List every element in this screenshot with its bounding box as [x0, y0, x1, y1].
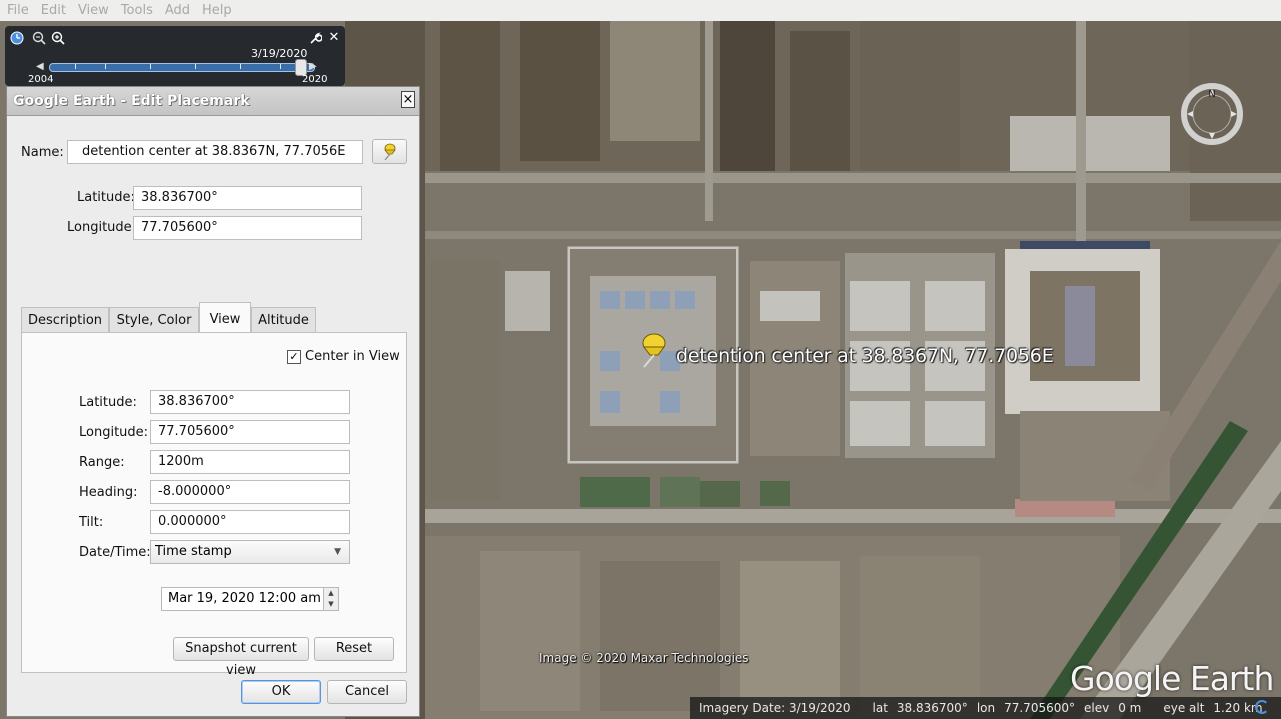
- reset-button[interactable]: Reset: [314, 637, 394, 661]
- longitude-field[interactable]: 77.705600°: [133, 216, 362, 240]
- zoom-in-icon[interactable]: [51, 31, 65, 45]
- heading-label: Heading:: [79, 485, 138, 500]
- elev-label: elev: [1084, 701, 1110, 715]
- center-in-view-label: Center in View: [305, 349, 400, 364]
- range-field[interactable]: 1200m: [150, 450, 350, 474]
- name-label: Name:: [21, 145, 64, 160]
- heading-field[interactable]: -8.000000°: [150, 480, 350, 504]
- eye-alt-label: eye alt: [1163, 701, 1205, 715]
- menu-help[interactable]: Help: [202, 3, 232, 18]
- placemark-pin-icon[interactable]: [636, 329, 672, 369]
- spinner-arrows-icon[interactable]: ▲ ▼: [323, 588, 338, 610]
- imagery-date: Imagery Date: 3/19/2020: [699, 701, 851, 715]
- tab-description[interactable]: Description: [21, 307, 109, 333]
- zoom-out-icon[interactable]: [32, 31, 46, 45]
- menu-file[interactable]: File: [7, 3, 29, 18]
- center-in-view-checkbox[interactable]: ✓: [287, 350, 301, 364]
- time-slider-start-year: 2004: [28, 74, 54, 85]
- dialog-title-bar[interactable]: Google Earth - Edit Placemark ×: [7, 87, 419, 116]
- ok-button[interactable]: OK: [241, 680, 321, 704]
- imagery-copyright: Image © 2020 Maxar Technologies: [539, 651, 749, 665]
- longitude-label: Longitude:: [67, 220, 137, 235]
- time-slider-track[interactable]: [49, 63, 315, 72]
- elev-value: 0 m: [1118, 701, 1142, 715]
- dialog-title: Google Earth - Edit Placemark: [13, 93, 250, 109]
- placemark-label[interactable]: detention center at 38.8367N, 77.7056E: [676, 345, 1054, 367]
- tab-altitude[interactable]: Altitude: [251, 307, 316, 333]
- loading-spinner-icon: [1255, 700, 1269, 714]
- time-slider: ✕ 3/19/2020 ◀ ▶ 2004 2020: [5, 26, 345, 86]
- tab-view[interactable]: View: [199, 302, 251, 334]
- latitude-field[interactable]: 38.836700°: [133, 186, 362, 210]
- wrench-icon[interactable]: [308, 31, 322, 45]
- latitude-label: Latitude:: [77, 190, 135, 205]
- tab-style-color[interactable]: Style, Color: [109, 307, 199, 333]
- menu-edit[interactable]: Edit: [41, 3, 66, 18]
- view-longitude-label: Longitude:: [79, 425, 149, 440]
- datetime-label: Date/Time:: [79, 545, 151, 560]
- name-field[interactable]: detention center at 38.8367N, 77.7056E: [67, 140, 363, 164]
- tilt-field[interactable]: 0.000000°: [150, 510, 350, 534]
- cancel-button[interactable]: Cancel: [327, 680, 407, 704]
- timestamp-value: Mar 19, 2020 12:00 am: [168, 591, 321, 606]
- close-icon[interactable]: ✕: [327, 31, 341, 45]
- lon-label: lon: [976, 701, 996, 715]
- compass-icon[interactable]: N: [1179, 81, 1245, 147]
- menu-tools[interactable]: Tools: [121, 3, 153, 18]
- lat-value: 38.836700°: [896, 701, 968, 715]
- status-bar: Imagery Date: 3/19/2020 lat 38.836700° l…: [690, 697, 1281, 719]
- compass-north-label: N: [1208, 89, 1215, 100]
- datetime-mode-value: Time stamp: [155, 544, 232, 559]
- datetime-mode-select[interactable]: Time stamp ▼: [150, 540, 350, 564]
- edit-placemark-dialog: Google Earth - Edit Placemark × Name: de…: [6, 86, 420, 717]
- menu-add[interactable]: Add: [165, 3, 190, 18]
- view-longitude-field[interactable]: 77.705600°: [150, 420, 350, 444]
- time-slider-end-year: 2020: [302, 74, 328, 85]
- slider-back-icon[interactable]: ◀: [36, 61, 44, 72]
- timestamp-spinner[interactable]: Mar 19, 2020 12:00 am ▲ ▼: [161, 587, 339, 611]
- placemark-icon-button[interactable]: [372, 139, 407, 164]
- lon-value: 77.705600°: [1004, 701, 1075, 715]
- dialog-close-button[interactable]: ×: [401, 91, 415, 108]
- view-tab-panel: ✓ Center in View Latitude: 38.836700° Lo…: [21, 332, 407, 678]
- snapshot-current-view-button[interactable]: Snapshot current view: [173, 637, 309, 678]
- chevron-down-icon: ▼: [334, 547, 341, 557]
- clock-icon[interactable]: [10, 31, 24, 45]
- range-label: Range:: [79, 455, 125, 470]
- menu-bar: File Edit View Tools Add Help: [0, 0, 1281, 22]
- google-earth-logo: Google Earth: [1070, 659, 1274, 698]
- view-latitude-field[interactable]: 38.836700°: [150, 390, 350, 414]
- tilt-label: Tilt:: [79, 515, 104, 530]
- lat-label: lat: [872, 701, 888, 715]
- view-latitude-label: Latitude:: [79, 395, 137, 410]
- slider-forward-icon[interactable]: ▶: [309, 61, 317, 72]
- pushpin-icon: [384, 143, 396, 161]
- menu-view[interactable]: View: [78, 3, 109, 18]
